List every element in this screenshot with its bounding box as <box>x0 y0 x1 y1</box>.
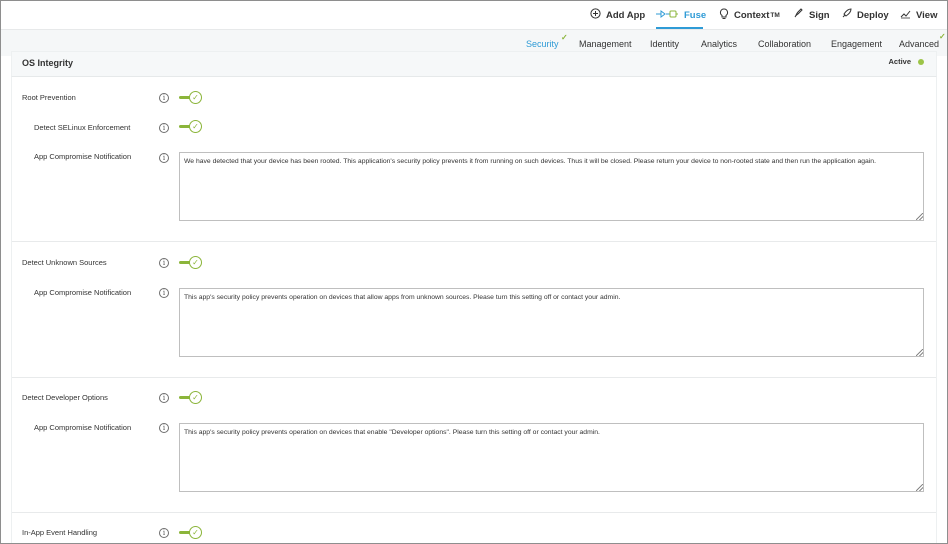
security-check-icon: ✓ <box>561 33 568 42</box>
deploy-label: Deploy <box>857 9 889 21</box>
os-integrity-header: OS Integrity Active <box>11 51 937 77</box>
plus-circle-icon <box>590 8 601 22</box>
os-integrity-settings: Root Prevention i ✓ Detect SELinux Enfor… <box>11 77 937 543</box>
info-icon[interactable]: i <box>159 258 169 268</box>
advanced-check-icon: ✓ <box>939 32 946 41</box>
root-notification-label: App Compromise Notification <box>34 152 132 161</box>
divider <box>12 512 936 513</box>
divider <box>12 377 936 378</box>
fuse-label: Fuse <box>684 9 707 21</box>
fuse-tab[interactable]: Fuse <box>655 6 706 24</box>
signature-pen-icon <box>793 8 804 22</box>
context-label: Context <box>734 9 770 21</box>
tab-management[interactable]: Management <box>579 39 632 49</box>
developer-options-toggle[interactable]: ✓ <box>179 391 203 405</box>
check-icon: ✓ <box>189 91 202 104</box>
developer-options-label: Detect Developer Options <box>22 393 108 402</box>
info-icon[interactable]: i <box>159 288 169 298</box>
context-button[interactable]: Context TM <box>719 6 780 24</box>
inapp-event-toggle[interactable]: ✓ <box>179 526 203 540</box>
detect-selinux-toggle[interactable]: ✓ <box>179 120 203 134</box>
developer-notification-textarea[interactable]: This app's security policy prevents oper… <box>179 423 924 492</box>
tab-engagement[interactable]: Engagement <box>831 39 882 49</box>
unknown-notification-label: App Compromise Notification <box>34 288 132 297</box>
check-icon: ✓ <box>189 391 202 404</box>
check-icon: ✓ <box>189 120 202 133</box>
root-prevention-toggle[interactable]: ✓ <box>179 91 203 105</box>
status-label: Active <box>888 57 911 66</box>
add-app-label: Add App <box>606 9 646 21</box>
info-icon[interactable]: i <box>159 393 169 403</box>
sign-label: Sign <box>809 9 830 21</box>
inapp-event-label: In-App Event Handling <box>22 528 98 537</box>
section-title: OS Integrity <box>22 58 74 68</box>
tab-collaboration[interactable]: Collaboration <box>758 39 811 49</box>
check-icon: ✓ <box>189 256 202 269</box>
view-label: View <box>916 9 938 21</box>
tab-identity[interactable]: Identity <box>650 39 679 49</box>
app-window: Add App Fuse Context TM Sign Deploy View… <box>0 0 948 544</box>
status-dot <box>918 59 924 65</box>
rocket-icon <box>841 8 852 22</box>
info-icon[interactable]: i <box>159 93 169 103</box>
unknown-sources-toggle[interactable]: ✓ <box>179 256 203 270</box>
root-prevention-label: Root Prevention <box>22 93 76 102</box>
root-notification-textarea[interactable]: We have detected that your device has be… <box>179 152 924 221</box>
tab-security[interactable]: Security <box>526 39 559 49</box>
trademark-mark: TM <box>770 11 780 19</box>
top-toolbar: Add App Fuse Context TM Sign Deploy View <box>1 1 947 29</box>
fuse-icon <box>655 9 679 22</box>
deploy-button[interactable]: Deploy <box>841 6 889 24</box>
unknown-sources-label: Detect Unknown Sources <box>22 258 107 267</box>
sign-button[interactable]: Sign <box>793 6 830 24</box>
unknown-notification-textarea[interactable]: This app's security policy prevents oper… <box>179 288 924 357</box>
divider <box>12 241 936 242</box>
lightbulb-icon <box>719 7 729 23</box>
add-app-button[interactable]: Add App <box>590 6 645 24</box>
chart-line-icon <box>900 8 911 22</box>
view-button[interactable]: View <box>900 6 937 24</box>
info-icon[interactable]: i <box>159 123 169 133</box>
tab-advanced[interactable]: Advanced <box>899 39 939 49</box>
info-icon[interactable]: i <box>159 423 169 433</box>
detect-selinux-label: Detect SELinux Enforcement <box>34 123 131 132</box>
tab-analytics[interactable]: Analytics <box>701 39 737 49</box>
developer-notification-label: App Compromise Notification <box>34 423 132 432</box>
info-icon[interactable]: i <box>159 153 169 163</box>
info-icon[interactable]: i <box>159 528 169 538</box>
check-icon: ✓ <box>189 526 202 539</box>
